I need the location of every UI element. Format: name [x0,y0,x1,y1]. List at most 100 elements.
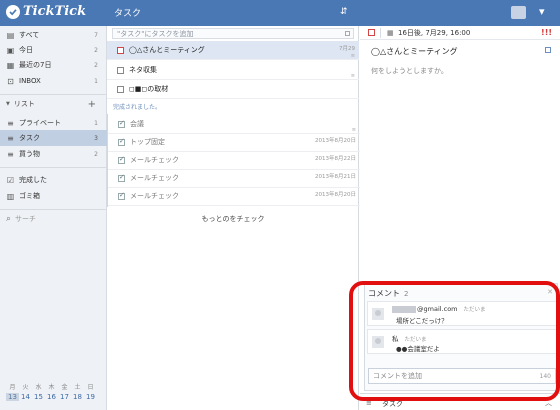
task-checkbox[interactable] [118,173,125,182]
show-more-button[interactable]: もっとのをチェック [107,214,359,224]
task-row[interactable]: メールチェック 2013年8月22日 [108,151,360,170]
stack-icon: ▤ [6,30,15,40]
sidebar-item-count: 1 [94,119,98,127]
list-icon: ≡ [7,118,14,128]
detail-title[interactable]: ◯△さんとミーティング [371,46,458,57]
sidebar-item-week[interactable]: ▦ 最近の7日 2 [0,57,107,73]
task-date: 7月29 [339,46,355,52]
sidebar-item-shopping[interactable]: ≡ 買う物 2 [0,146,107,162]
task-row[interactable]: 会議 ≡ [108,115,360,134]
detail-content-placeholder[interactable]: 何をしようとしますか。 [371,66,448,76]
due-date[interactable]: 16日後, 7月29, 16:00 [398,28,470,38]
calendar-date[interactable]: 14 [19,393,32,401]
app-logo[interactable]: TickTick [6,4,86,19]
calendar-date[interactable]: 17 [58,393,71,401]
sidebar-item-inbox[interactable]: ⊡ INBOX 1 [0,73,107,89]
completed-group: 会議 ≡ トップ固定 2013年8月20日 メールチェック 2013年8月22日… [107,114,360,207]
list-icon: ≡ [7,149,14,159]
sort-icon[interactable]: ⇵ [340,7,348,17]
task-title: メールチェック [130,174,179,182]
task-checkbox[interactable] [117,46,124,54]
comment-time: ただいま [463,307,486,313]
task-row[interactable]: ネタ収集 ≡ [107,61,359,80]
sidebar-item-today[interactable]: ▣ 今日 2 [0,42,107,58]
calendar-icon[interactable]: ▦ [387,29,394,37]
sidebar-item-label: 完成した [19,176,47,184]
collapse-triangle-icon: ▼ [6,101,10,107]
completed-section-header[interactable]: 完成されました。 [113,102,161,111]
task-date: 2013年8月20日 [315,192,356,198]
note-toggle-icon[interactable] [545,47,551,53]
task-checkbox[interactable] [118,137,125,146]
sidebar-item-label: ゴミ箱 [19,192,40,200]
sidebar-item-label: タスク [19,134,40,142]
sidebar-item-tasks[interactable]: ≡ タスク 3 [0,130,107,146]
task-row[interactable]: ◯△さんとミーティング 7月29 ≡ [107,41,359,60]
search-button[interactable]: ⌕ サーチ [6,214,36,224]
mini-calendar: 月 火 水 木 金 土 日 13 14 15 16 17 18 19 [6,382,102,401]
task-title: メールチェック [130,192,179,200]
note-indicator-icon: ≡ [350,73,355,79]
add-list-icon[interactable]: + [88,99,96,110]
tag-bar: ≡ タスク ︿ [360,393,560,410]
task-checkbox[interactable] [117,66,124,74]
task-row[interactable]: メールチェック 2013年8月21日 [108,169,360,188]
week-icon: ▦ [6,60,15,70]
add-comment-input[interactable]: コメントを追加 140 [368,368,556,384]
task-title: メールチェック [130,156,179,164]
task-title: トップ固定 [130,138,165,146]
task-row[interactable]: トップ固定 2013年8月20日 [108,133,360,152]
weekday: 水 [35,384,42,391]
calendar-date-today[interactable]: 13 [6,393,19,401]
sidebar-item-count: 2 [94,61,98,69]
divider [0,167,107,168]
task-detail-pane: ▦ 16日後, 7月29, 16:00 !!! ◯△さんとミーティング 何をしよ… [360,26,560,410]
task-date: 2013年8月20日 [315,138,356,144]
calendar-date[interactable]: 18 [71,393,84,401]
calendar-date[interactable]: 15 [32,393,45,401]
task-row[interactable]: ◻■◻の取材 [107,80,359,99]
sidebar-item-label: 買う物 [19,150,40,158]
calendar-date[interactable]: 16 [45,393,58,401]
tag-label[interactable]: タスク [382,399,403,409]
weekday: 月 [9,384,16,391]
sidebar-item-completed[interactable]: ☑ 完成した [0,172,107,188]
task-title: ◻■◻の取材 [129,85,169,93]
task-checkbox[interactable] [117,85,124,93]
priority-flag[interactable]: !!! [541,28,552,37]
add-comment-placeholder: コメントを追加 [373,372,422,380]
detail-toolbar: ▦ 16日後, 7月29, 16:00 !!! [360,26,560,40]
task-date: 2013年8月21日 [315,174,356,180]
calendar-date[interactable]: 19 [84,393,97,401]
comments-count: 2 [404,290,409,298]
user-avatar[interactable] [511,6,526,19]
settings-icon[interactable]: ▾ [539,5,545,18]
weekday: 金 [61,384,68,391]
weekday: 日 [87,384,94,391]
chevron-up-icon[interactable]: ︿ [545,398,552,408]
sidebar-item-all[interactable]: ▤ すべて 7 [0,27,107,43]
divider [380,28,381,38]
weekday: 土 [74,384,81,391]
lists-header[interactable]: ▼ リスト + [6,99,102,110]
close-icon[interactable]: ✕ [547,288,553,296]
task-checkbox[interactable] [118,155,125,164]
task-date: 2013年8月22日 [315,156,356,162]
calendar-weekdays: 月 火 水 木 金 土 日 [6,382,102,391]
task-checkbox[interactable] [118,119,125,128]
comment-text: ●●会議室だよ [396,345,440,353]
task-row[interactable]: メールチェック 2013年8月20日 [108,187,360,206]
task-checkbox[interactable] [118,191,125,200]
input-options-icon[interactable] [345,31,350,36]
search-icon: ⌕ [6,214,12,224]
add-task-input[interactable]: "タスク"にタスクを追加 [112,28,354,39]
trash-icon: ▥ [6,191,15,201]
calendar-dates: 13 14 15 16 17 18 19 [6,391,102,401]
task-title: ネタ収集 [129,66,157,74]
sidebar-item-private[interactable]: ≡ プライベート 1 [0,115,107,131]
task-list-pane: "タスク"にタスクを追加 ◯△さんとミーティング 7月29 ≡ ネタ収集 ≡ ◻… [107,26,360,410]
comment-item: 私ただいま ●●会議室だよ [367,329,557,354]
sidebar-item-trash[interactable]: ▥ ゴミ箱 [0,188,107,204]
sidebar-item-count: 3 [94,134,98,142]
detail-checkbox[interactable] [368,29,375,36]
